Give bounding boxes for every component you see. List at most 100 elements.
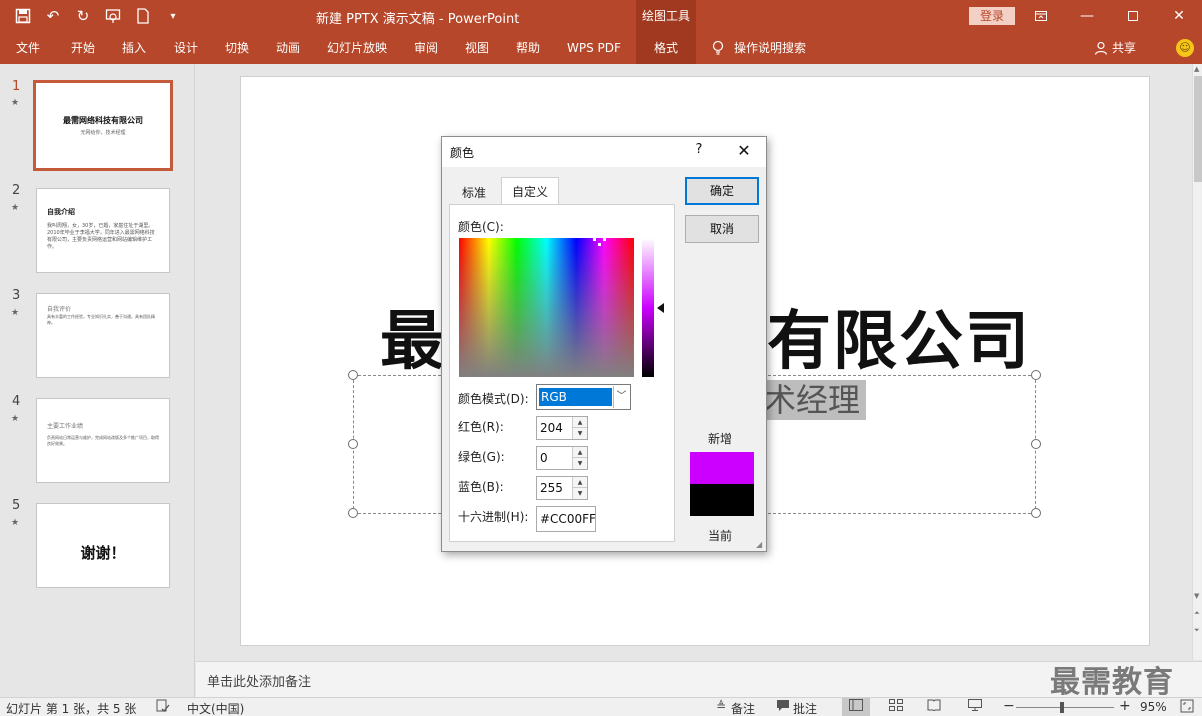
customize-toolbar-icon[interactable]: ▾	[160, 4, 186, 28]
tab-home[interactable]: 开始	[71, 32, 95, 64]
colors-label: 颜色(C):	[458, 220, 504, 234]
slide-title-right-part[interactable]: 有限公司	[767, 290, 1031, 382]
scroll-up-icon[interactable]: ▲	[1194, 65, 1199, 73]
thumbnail-slide-3[interactable]: 自我评价 具有丰富的工作经验，专业知识扎实，善于沟通，具有团队精神。	[36, 293, 170, 378]
green-increment-icon[interactable]: ▲	[573, 447, 587, 458]
red-value[interactable]: 204	[540, 421, 563, 435]
normal-view-icon[interactable]	[842, 698, 870, 716]
tab-view[interactable]: 视图	[465, 32, 489, 64]
slideshow-icon[interactable]	[100, 4, 126, 28]
tab-slideshow[interactable]: 幻灯片放映	[327, 32, 387, 64]
fit-to-window-icon[interactable]	[1180, 699, 1194, 716]
zoom-in-icon[interactable]: +	[1119, 698, 1131, 714]
language-status[interactable]: 中文(中国)	[187, 700, 244, 716]
help-button[interactable]: ?	[692, 142, 706, 157]
resize-handle-top-right[interactable]	[1031, 370, 1041, 380]
thumb-body: 具有丰富的工作经验，专业知识扎实，善于沟通，具有团队精神。	[47, 314, 155, 325]
zoom-slider-thumb[interactable]	[1060, 702, 1064, 713]
spellcheck-icon[interactable]	[156, 699, 170, 716]
share-button[interactable]: 共享	[1094, 32, 1136, 64]
resize-handle-middle-left[interactable]	[348, 439, 358, 449]
zoom-level[interactable]: 95%	[1140, 700, 1167, 714]
thumb-title: 最需网络科技有限公司	[63, 116, 143, 125]
thumbnail-slide-2[interactable]: 自我介绍 我叫周翔，女，30岁，已婚，家庭住址于湖里。2010年毕业于李福大学，…	[36, 188, 170, 273]
animation-star-icon: ★	[11, 308, 20, 318]
chevron-down-icon[interactable]: ﹀	[613, 386, 629, 408]
tab-transitions[interactable]: 切换	[225, 32, 249, 64]
thumbnail-slide-1[interactable]: 最需网络科技有限公司 无网给你，技术经理	[33, 80, 173, 171]
luminance-slider[interactable]	[642, 238, 654, 377]
color-mode-select[interactable]: RGB ﹀	[536, 384, 631, 410]
save-icon[interactable]	[10, 4, 36, 28]
tab-design[interactable]: 设计	[174, 32, 198, 64]
tab-review[interactable]: 审阅	[414, 32, 438, 64]
tab-file[interactable]: 文件	[16, 32, 40, 64]
notes-toggle-label[interactable]: 备注	[731, 700, 755, 716]
hex-input[interactable]: #CC00FF	[536, 506, 596, 532]
undo-icon[interactable]: ↶	[40, 4, 66, 28]
thumb-number: 5	[12, 498, 21, 513]
thumb-number: 2	[12, 183, 21, 198]
green-decrement-icon[interactable]: ▼	[573, 458, 587, 469]
new-file-icon[interactable]	[130, 4, 156, 28]
thumbnail-slide-5[interactable]: 谢谢！	[36, 503, 170, 588]
minimize-icon[interactable]: —	[1064, 0, 1110, 32]
red-label: 红色(R):	[458, 420, 504, 434]
previous-slide-icon[interactable]: ⏶	[1194, 609, 1200, 618]
slideshow-view-icon[interactable]	[961, 698, 989, 716]
red-increment-icon[interactable]: ▲	[573, 417, 587, 428]
tell-me-search[interactable]: 操作说明搜索	[712, 32, 806, 64]
tab-custom[interactable]: 自定义	[501, 177, 560, 206]
green-value[interactable]: 0	[540, 451, 548, 465]
tab-animations[interactable]: 动画	[276, 32, 300, 64]
scroll-down-icon[interactable]: ▼	[1194, 592, 1199, 600]
dialog-title-bar[interactable]: 颜色 ? ✕	[442, 137, 766, 167]
tab-insert[interactable]: 插入	[122, 32, 146, 64]
zoom-slider-track[interactable]	[1016, 707, 1114, 708]
ok-button[interactable]: 确定	[685, 177, 759, 205]
thumb-number: 4	[12, 394, 21, 409]
blue-value[interactable]: 255	[540, 481, 563, 495]
slide-title-left-part[interactable]: 最	[380, 290, 446, 382]
notes-icon[interactable]: ≜	[716, 699, 726, 713]
cancel-button[interactable]: 取消	[685, 215, 759, 243]
color-spectrum-picker[interactable]	[459, 238, 634, 377]
blue-increment-icon[interactable]: ▲	[573, 477, 587, 488]
tab-help[interactable]: 帮助	[516, 32, 540, 64]
tab-wps-pdf[interactable]: WPS PDF	[567, 32, 621, 64]
comments-icon[interactable]	[776, 699, 790, 715]
resize-handle-top-left[interactable]	[348, 370, 358, 380]
maximize-icon[interactable]	[1110, 0, 1156, 32]
resize-handle-bottom-left[interactable]	[348, 508, 358, 518]
vertical-scrollbar[interactable]: ▲ ▼ ⏶ ⏷	[1192, 64, 1202, 660]
blue-decrement-icon[interactable]: ▼	[573, 488, 587, 499]
ribbon-display-options-icon[interactable]	[1018, 0, 1064, 32]
thumb-title: 自我介绍	[47, 208, 75, 216]
reading-view-icon[interactable]	[920, 698, 948, 716]
tab-standard[interactable]: 标准	[451, 180, 497, 205]
red-stepper[interactable]: 204 ▲ ▼	[536, 416, 588, 440]
crosshair-marker[interactable]	[593, 238, 607, 248]
close-window-icon[interactable]: ✕	[1156, 0, 1202, 32]
blue-stepper[interactable]: 255 ▲ ▼	[536, 476, 588, 500]
thumbnail-slide-4[interactable]: 主要工作业绩 负责网站日常运营与维护，完成网站改版及多个推广项目，取得良好效果。	[36, 398, 170, 483]
red-decrement-icon[interactable]: ▼	[573, 428, 587, 439]
close-icon[interactable]: ✕	[730, 139, 758, 163]
thumb-body: 我叫周翔，女，30岁，已婚，家庭住址于湖里。2010年毕业于李福大学，同年进入最…	[47, 223, 155, 250]
resize-handle-bottom-right[interactable]	[1031, 508, 1041, 518]
tab-format[interactable]: 格式	[636, 32, 696, 64]
comments-toggle-label[interactable]: 批注	[793, 700, 817, 716]
login-button[interactable]: 登录	[969, 7, 1015, 25]
zoom-out-icon[interactable]: −	[1003, 698, 1015, 714]
green-stepper[interactable]: 0 ▲ ▼	[536, 446, 588, 470]
next-slide-icon[interactable]: ⏷	[1194, 626, 1200, 635]
color-mode-value: RGB	[539, 388, 612, 406]
color-mode-label: 颜色模式(D):	[458, 392, 529, 406]
scrollbar-thumb[interactable]	[1194, 76, 1202, 182]
resize-grip-icon[interactable]: ◢	[756, 541, 764, 549]
slide-sorter-view-icon[interactable]	[882, 698, 910, 716]
luminance-arrow-icon[interactable]	[657, 303, 664, 313]
resize-handle-middle-right[interactable]	[1031, 439, 1041, 449]
feedback-smiley-icon[interactable]: ☺	[1176, 39, 1194, 57]
redo-icon[interactable]: ↻	[70, 4, 96, 28]
